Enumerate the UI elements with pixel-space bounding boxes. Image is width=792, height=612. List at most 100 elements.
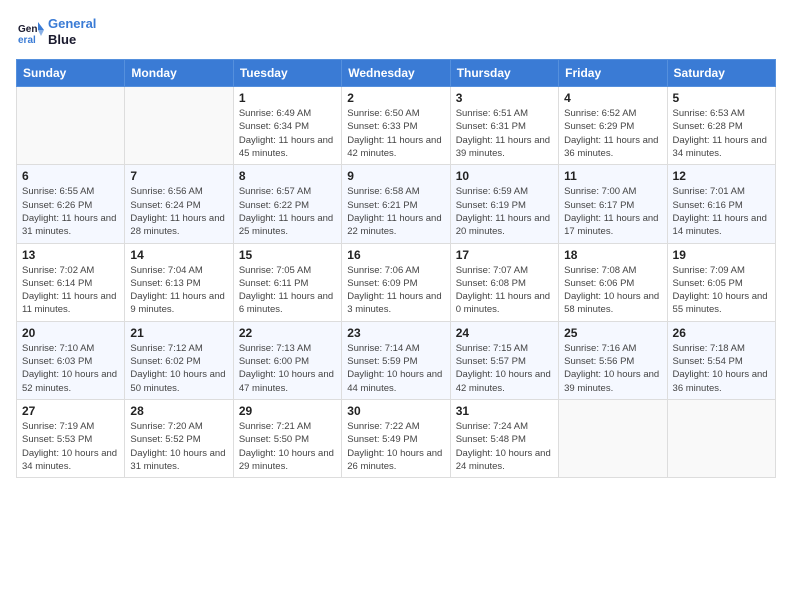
col-header-friday: Friday — [559, 60, 667, 87]
day-info: Sunrise: 7:21 AM Sunset: 5:50 PM Dayligh… — [239, 420, 336, 473]
calendar-cell: 6 Sunrise: 6:55 AM Sunset: 6:26 PM Daylig… — [17, 165, 125, 243]
svg-text:Gen: Gen — [18, 24, 37, 35]
calendar-cell: 5 Sunrise: 6:53 AM Sunset: 6:28 PM Daylig… — [667, 87, 775, 165]
calendar-week-row: 27Sunrise: 7:19 AM Sunset: 5:53 PM Dayli… — [17, 399, 776, 477]
day-number: 29 — [239, 404, 336, 418]
day-info: Sunrise: 7:09 AM Sunset: 6:05 PM Dayligh… — [673, 264, 770, 317]
day-info: Sunrise: 7:06 AM Sunset: 6:09 PM Dayligh… — [347, 264, 444, 317]
col-header-tuesday: Tuesday — [233, 60, 341, 87]
calendar-cell: 2 Sunrise: 6:50 AM Sunset: 6:33 PM Daylig… — [342, 87, 450, 165]
day-info: Sunrise: 6:56 AM Sunset: 6:24 PM Dayligh… — [130, 185, 227, 238]
day-info: Sunrise: 7:18 AM Sunset: 5:54 PM Dayligh… — [673, 342, 770, 395]
calendar-cell — [559, 399, 667, 477]
day-number: 4 — [564, 91, 661, 105]
calendar-cell: 31 Sunrise: 7:24 AM Sunset: 5:48 PM Dayli… — [450, 399, 558, 477]
day-info: Sunrise: 6:52 AM Sunset: 6:29 PM Dayligh… — [564, 107, 661, 160]
day-info: Sunrise: 6:51 AM Sunset: 6:31 PM Dayligh… — [456, 107, 553, 160]
calendar-cell: 9 Sunrise: 6:58 AM Sunset: 6:21 PM Daylig… — [342, 165, 450, 243]
day-number: 20 — [22, 326, 119, 340]
col-header-monday: Monday — [125, 60, 233, 87]
day-info: Sunrise: 7:10 AM Sunset: 6:03 PM Dayligh… — [22, 342, 119, 395]
day-info: Sunrise: 7:13 AM Sunset: 6:00 PM Dayligh… — [239, 342, 336, 395]
day-info: Sunrise: 7:19 AM Sunset: 5:53 PM Dayligh… — [22, 420, 119, 473]
day-info: Sunrise: 6:50 AM Sunset: 6:33 PM Dayligh… — [347, 107, 444, 160]
logo: Gen eral General Blue — [16, 16, 96, 47]
calendar-cell — [17, 87, 125, 165]
calendar-cell: 18Sunrise: 7:08 AM Sunset: 6:06 PM Dayli… — [559, 243, 667, 321]
calendar-cell: 17Sunrise: 7:07 AM Sunset: 6:08 PM Dayli… — [450, 243, 558, 321]
day-number: 21 — [130, 326, 227, 340]
logo-icon: Gen eral — [16, 18, 44, 46]
day-info: Sunrise: 6:58 AM Sunset: 6:21 PM Dayligh… — [347, 185, 444, 238]
col-header-saturday: Saturday — [667, 60, 775, 87]
day-number: 17 — [456, 248, 553, 262]
day-number: 24 — [456, 326, 553, 340]
day-number: 31 — [456, 404, 553, 418]
day-info: Sunrise: 7:12 AM Sunset: 6:02 PM Dayligh… — [130, 342, 227, 395]
calendar-cell: 19 Sunrise: 7:09 AM Sunset: 6:05 PM Dayli… — [667, 243, 775, 321]
day-info: Sunrise: 7:20 AM Sunset: 5:52 PM Dayligh… — [130, 420, 227, 473]
col-header-thursday: Thursday — [450, 60, 558, 87]
day-number: 6 — [22, 169, 119, 183]
calendar-cell: 23Sunrise: 7:14 AM Sunset: 5:59 PM Dayli… — [342, 321, 450, 399]
calendar-cell: 30 Sunrise: 7:22 AM Sunset: 5:49 PM Dayli… — [342, 399, 450, 477]
day-number: 30 — [347, 404, 444, 418]
day-number: 22 — [239, 326, 336, 340]
calendar-cell: 24 Sunrise: 7:15 AM Sunset: 5:57 PM Dayli… — [450, 321, 558, 399]
day-info: Sunrise: 7:24 AM Sunset: 5:48 PM Dayligh… — [456, 420, 553, 473]
calendar-week-row: 13 Sunrise: 7:02 AM Sunset: 6:14 PM Dayli… — [17, 243, 776, 321]
calendar-cell: 28 Sunrise: 7:20 AM Sunset: 5:52 PM Dayli… — [125, 399, 233, 477]
day-number: 2 — [347, 91, 444, 105]
day-info: Sunrise: 6:49 AM Sunset: 6:34 PM Dayligh… — [239, 107, 336, 160]
calendar-cell — [667, 399, 775, 477]
day-number: 14 — [130, 248, 227, 262]
day-number: 15 — [239, 248, 336, 262]
calendar-week-row: 6 Sunrise: 6:55 AM Sunset: 6:26 PM Daylig… — [17, 165, 776, 243]
day-number: 7 — [130, 169, 227, 183]
day-info: Sunrise: 7:01 AM Sunset: 6:16 PM Dayligh… — [673, 185, 770, 238]
day-info: Sunrise: 7:22 AM Sunset: 5:49 PM Dayligh… — [347, 420, 444, 473]
day-number: 9 — [347, 169, 444, 183]
day-number: 23 — [347, 326, 444, 340]
calendar-cell: 25 Sunrise: 7:16 AM Sunset: 5:56 PM Dayli… — [559, 321, 667, 399]
day-number: 19 — [673, 248, 770, 262]
calendar-cell: 3Sunrise: 6:51 AM Sunset: 6:31 PM Daylig… — [450, 87, 558, 165]
calendar-cell: 22 Sunrise: 7:13 AM Sunset: 6:00 PM Dayli… — [233, 321, 341, 399]
day-number: 25 — [564, 326, 661, 340]
day-info: Sunrise: 6:53 AM Sunset: 6:28 PM Dayligh… — [673, 107, 770, 160]
logo-text: General Blue — [48, 16, 96, 47]
calendar-header-row: SundayMondayTuesdayWednesdayThursdayFrid… — [17, 60, 776, 87]
calendar-cell: 13 Sunrise: 7:02 AM Sunset: 6:14 PM Dayli… — [17, 243, 125, 321]
day-number: 5 — [673, 91, 770, 105]
calendar-cell — [125, 87, 233, 165]
col-header-wednesday: Wednesday — [342, 60, 450, 87]
day-info: Sunrise: 6:55 AM Sunset: 6:26 PM Dayligh… — [22, 185, 119, 238]
calendar-cell: 12 Sunrise: 7:01 AM Sunset: 6:16 PM Dayli… — [667, 165, 775, 243]
day-number: 13 — [22, 248, 119, 262]
calendar-cell: 4 Sunrise: 6:52 AM Sunset: 6:29 PM Daylig… — [559, 87, 667, 165]
day-number: 12 — [673, 169, 770, 183]
day-info: Sunrise: 7:02 AM Sunset: 6:14 PM Dayligh… — [22, 264, 119, 317]
calendar-cell: 27Sunrise: 7:19 AM Sunset: 5:53 PM Dayli… — [17, 399, 125, 477]
day-info: Sunrise: 6:57 AM Sunset: 6:22 PM Dayligh… — [239, 185, 336, 238]
day-info: Sunrise: 7:16 AM Sunset: 5:56 PM Dayligh… — [564, 342, 661, 395]
calendar-week-row: 20 Sunrise: 7:10 AM Sunset: 6:03 PM Dayli… — [17, 321, 776, 399]
day-info: Sunrise: 7:00 AM Sunset: 6:17 PM Dayligh… — [564, 185, 661, 238]
day-number: 28 — [130, 404, 227, 418]
calendar-cell: 26 Sunrise: 7:18 AM Sunset: 5:54 PM Dayli… — [667, 321, 775, 399]
day-number: 11 — [564, 169, 661, 183]
calendar-cell: 7 Sunrise: 6:56 AM Sunset: 6:24 PM Daylig… — [125, 165, 233, 243]
calendar-cell: 10Sunrise: 6:59 AM Sunset: 6:19 PM Dayli… — [450, 165, 558, 243]
day-number: 1 — [239, 91, 336, 105]
day-number: 8 — [239, 169, 336, 183]
calendar-cell: 8 Sunrise: 6:57 AM Sunset: 6:22 PM Daylig… — [233, 165, 341, 243]
day-info: Sunrise: 7:04 AM Sunset: 6:13 PM Dayligh… — [130, 264, 227, 317]
day-number: 16 — [347, 248, 444, 262]
day-number: 26 — [673, 326, 770, 340]
calendar-cell: 15Sunrise: 7:05 AM Sunset: 6:11 PM Dayli… — [233, 243, 341, 321]
calendar-cell: 21 Sunrise: 7:12 AM Sunset: 6:02 PM Dayli… — [125, 321, 233, 399]
calendar-cell: 29 Sunrise: 7:21 AM Sunset: 5:50 PM Dayli… — [233, 399, 341, 477]
day-info: Sunrise: 7:15 AM Sunset: 5:57 PM Dayligh… — [456, 342, 553, 395]
day-number: 10 — [456, 169, 553, 183]
day-number: 18 — [564, 248, 661, 262]
